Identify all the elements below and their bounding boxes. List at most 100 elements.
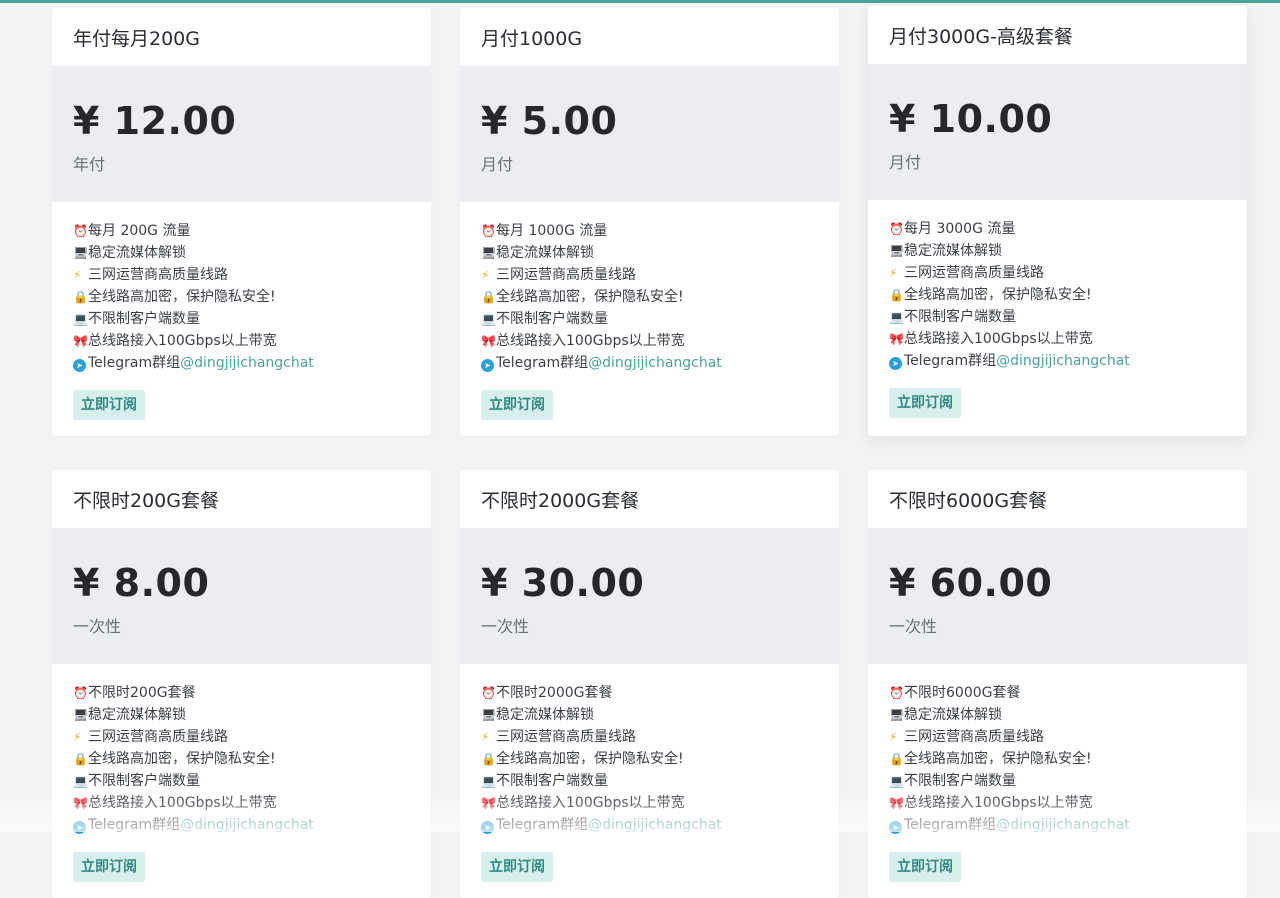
feature-list: ⏰不限时2000G套餐 🖥稳定流媒体解锁 ⚡三网运营商高质量线路 🔒全线路高加密… (460, 664, 839, 898)
alarm-clock-icon: ⏰ (481, 682, 496, 704)
telegram-group-link[interactable]: @dingjijichangchat (180, 817, 314, 833)
telegram-group-link[interactable]: @dingjijichangchat (180, 355, 314, 371)
feature-item: 🎀总线路接入100Gbps以上带宽 (73, 330, 410, 352)
plan-title: 月付3000G-高级套餐 (868, 6, 1247, 64)
feature-text: 三网运营商高质量线路 (88, 267, 228, 283)
alarm-clock-icon: ⏰ (73, 220, 88, 242)
subscribe-button[interactable]: 立即订阅 (73, 390, 145, 420)
plan-price: ¥ 5.00 (481, 99, 818, 143)
price-block: ¥ 5.00 月付 (460, 66, 839, 202)
plan-card: 年付每月200G ¥ 12.00 年付 ⏰每月 200G 流量 🖥稳定流媒体解锁… (52, 8, 431, 436)
plans-grid: 年付每月200G ¥ 12.00 年付 ⏰每月 200G 流量 🖥稳定流媒体解锁… (52, 8, 1248, 898)
telegram-group-link[interactable]: @dingjijichangchat (996, 353, 1130, 369)
feature-text: 三网运营商高质量线路 (88, 729, 228, 745)
feature-text: 总线路接入100Gbps以上带宽 (904, 331, 1093, 347)
monitor-icon: 🖥 (481, 704, 496, 726)
plan-card: 不限时6000G套餐 ¥ 60.00 一次性 ⏰不限时6000G套餐 🖥稳定流媒… (868, 470, 1247, 898)
feature-item: 🔒全线路高加密，保护隐私安全! (481, 286, 818, 308)
lightning-icon: ⚡ (481, 726, 496, 748)
feature-item: 🔒全线路高加密，保护隐私安全! (73, 748, 410, 770)
feature-item: ⚡三网运营商高质量线路 (889, 726, 1226, 748)
lock-icon: 🔒 (889, 748, 904, 770)
lock-icon: 🔒 (73, 748, 88, 770)
billing-period: 一次性 (73, 613, 410, 637)
telegram-line: ➤Telegram群组@dingjijichangchat (889, 814, 1226, 836)
feature-text: 总线路接入100Gbps以上带宽 (904, 795, 1093, 811)
billing-period: 月付 (481, 151, 818, 175)
lightning-icon: ⚡ (73, 726, 88, 748)
telegram-line: ➤Telegram群组@dingjijichangchat (481, 814, 818, 836)
monitor-icon: 🖥 (481, 242, 496, 264)
plan-title: 月付1000G (460, 8, 839, 66)
plan-price: ¥ 60.00 (889, 561, 1226, 605)
telegram-label: Telegram群组 (496, 355, 588, 371)
laptop-icon: 💻 (481, 308, 496, 330)
feature-item: ⚡三网运营商高质量线路 (889, 262, 1226, 284)
feature-text: 稳定流媒体解锁 (88, 707, 186, 723)
subscribe-button[interactable]: 立即订阅 (481, 852, 553, 882)
price-block: ¥ 8.00 一次性 (52, 528, 431, 664)
feature-text: 三网运营商高质量线路 (904, 729, 1044, 745)
telegram-line: ➤Telegram群组@dingjijichangchat (481, 352, 818, 374)
subscribe-button[interactable]: 立即订阅 (73, 852, 145, 882)
lock-icon: 🔒 (889, 284, 904, 306)
monitor-icon: 🖥 (889, 704, 904, 726)
alarm-clock-icon: ⏰ (889, 218, 904, 240)
feature-text: 每月 3000G 流量 (904, 221, 1015, 237)
plan-title: 不限时2000G套餐 (460, 470, 839, 528)
feature-item: 💻不限制客户端数量 (73, 308, 410, 330)
telegram-group-link[interactable]: @dingjijichangchat (588, 355, 722, 371)
laptop-icon: 💻 (889, 770, 904, 792)
feature-text: 不限制客户端数量 (88, 311, 200, 327)
feature-text: 不限制客户端数量 (904, 309, 1016, 325)
price-block: ¥ 60.00 一次性 (868, 528, 1247, 664)
feature-item: ⏰不限时6000G套餐 (889, 682, 1226, 704)
plan-price: ¥ 10.00 (889, 97, 1226, 141)
telegram-group-link[interactable]: @dingjijichangchat (588, 817, 722, 833)
telegram-line: ➤Telegram群组@dingjijichangchat (889, 350, 1226, 372)
feature-item: 🎀总线路接入100Gbps以上带宽 (73, 792, 410, 814)
plan-title: 不限时6000G套餐 (868, 470, 1247, 528)
lightning-icon: ⚡ (481, 264, 496, 286)
feature-text: 三网运营商高质量线路 (496, 267, 636, 283)
telegram-icon: ➤ (73, 359, 86, 372)
ribbon-icon: 🎀 (889, 328, 904, 350)
feature-item: ⚡三网运营商高质量线路 (73, 264, 410, 286)
top-accent-bar (0, 0, 1280, 3)
subscribe-button[interactable]: 立即订阅 (889, 852, 961, 882)
lock-icon: 🔒 (481, 286, 496, 308)
feature-text: 三网运营商高质量线路 (904, 265, 1044, 281)
feature-text: 总线路接入100Gbps以上带宽 (496, 795, 685, 811)
feature-item: 💻不限制客户端数量 (73, 770, 410, 792)
telegram-icon: ➤ (73, 821, 86, 834)
feature-item: 💻不限制客户端数量 (481, 770, 818, 792)
plan-card: 不限时2000G套餐 ¥ 30.00 一次性 ⏰不限时2000G套餐 🖥稳定流媒… (460, 470, 839, 898)
feature-text: 总线路接入100Gbps以上带宽 (88, 333, 277, 349)
feature-item: 💻不限制客户端数量 (889, 770, 1226, 792)
telegram-label: Telegram群组 (88, 355, 180, 371)
feature-item: 🖥稳定流媒体解锁 (73, 704, 410, 726)
lightning-icon: ⚡ (889, 262, 904, 284)
feature-text: 三网运营商高质量线路 (496, 729, 636, 745)
lock-icon: 🔒 (481, 748, 496, 770)
alarm-clock-icon: ⏰ (889, 682, 904, 704)
feature-text: 全线路高加密，保护隐私安全! (904, 287, 1092, 303)
feature-item: ⏰每月 3000G 流量 (889, 218, 1226, 240)
feature-text: 不限制客户端数量 (904, 773, 1016, 789)
feature-text: 全线路高加密，保护隐私安全! (496, 289, 684, 305)
feature-text: 不限时200G套餐 (88, 685, 196, 701)
telegram-icon: ➤ (481, 359, 494, 372)
feature-item: 🎀总线路接入100Gbps以上带宽 (889, 792, 1226, 814)
feature-text: 全线路高加密，保护隐私安全! (496, 751, 684, 767)
feature-text: 稳定流媒体解锁 (496, 707, 594, 723)
telegram-line: ➤Telegram群组@dingjijichangchat (73, 352, 410, 374)
lightning-icon: ⚡ (889, 726, 904, 748)
feature-list: ⏰每月 1000G 流量 🖥稳定流媒体解锁 ⚡三网运营商高质量线路 🔒全线路高加… (460, 202, 839, 436)
feature-text: 稳定流媒体解锁 (88, 245, 186, 261)
feature-list: ⏰每月 3000G 流量 🖥稳定流媒体解锁 ⚡三网运营商高质量线路 🔒全线路高加… (868, 200, 1247, 434)
subscribe-button[interactable]: 立即订阅 (481, 390, 553, 420)
telegram-group-link[interactable]: @dingjijichangchat (996, 817, 1130, 833)
subscribe-button[interactable]: 立即订阅 (889, 388, 961, 418)
telegram-label: Telegram群组 (88, 817, 180, 833)
feature-item: ⏰不限时200G套餐 (73, 682, 410, 704)
